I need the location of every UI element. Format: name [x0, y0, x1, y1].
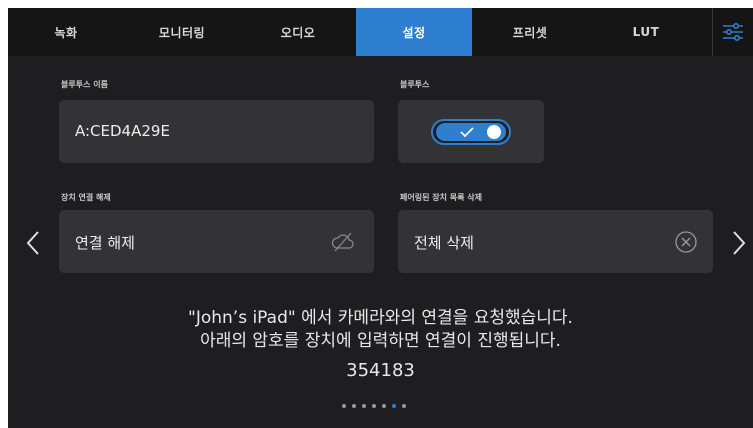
page-dot[interactable] [362, 404, 366, 408]
page-indicator [342, 404, 406, 408]
delete-all-button[interactable]: 전체 삭제 [398, 210, 713, 273]
tab-monitor[interactable]: 모니터링 [124, 8, 240, 56]
disconnect-section-label: 장치 연결 해제 [61, 193, 111, 202]
delete-all-button-label: 전체 삭제 [414, 234, 474, 252]
disconnect-button-label: 연결 해제 [75, 234, 135, 252]
page-dot[interactable] [352, 404, 356, 408]
page-dot[interactable] [402, 404, 406, 408]
disconnect-button[interactable]: 연결 해제 [59, 210, 374, 273]
sliders-icon [723, 22, 743, 42]
page-dot[interactable] [392, 404, 396, 408]
bluetooth-name-value: A:CED4A29E [75, 122, 170, 140]
pairing-request-message: "John’s iPad" 에서 카메라와의 연결을 요청했습니다. [188, 308, 573, 328]
circle-x-icon [675, 231, 697, 253]
tab-presets[interactable]: 프리셋 [472, 8, 588, 56]
bluetooth-toggle[interactable] [431, 119, 511, 145]
pairing-instruction-message: 아래의 암호를 장치에 입력하면 연결이 진행됩니다. [200, 331, 561, 351]
checkmark-icon [460, 127, 474, 138]
chevron-right-icon[interactable] [732, 230, 746, 256]
tab-record[interactable]: 녹화 [8, 8, 124, 56]
tab-settings[interactable]: 설정 [356, 8, 472, 56]
chevron-left-icon[interactable] [26, 230, 40, 256]
bluetooth-label: 블루투스 [400, 80, 430, 89]
camera-settings-screen: 녹화 모니터링 오디오 설정 프리셋 LUT 블루투스 이름 A:CED4A29… [8, 8, 753, 428]
pairing-code: 354183 [346, 360, 415, 381]
toggle-track [436, 123, 506, 141]
page-dot[interactable] [372, 404, 376, 408]
menu-button[interactable] [712, 8, 753, 56]
top-tab-bar: 녹화 모니터링 오디오 설정 프리셋 LUT [8, 8, 753, 56]
tab-lut[interactable]: LUT [588, 8, 704, 56]
bluetooth-toggle-panel [398, 100, 544, 163]
tab-audio[interactable]: 오디오 [240, 8, 356, 56]
page-dot[interactable] [382, 404, 386, 408]
page-dot[interactable] [342, 404, 346, 408]
delete-paired-label: 페어링된 장치 목록 삭제 [400, 193, 482, 202]
cloud-off-icon [331, 232, 354, 252]
bluetooth-name-label: 블루투스 이름 [61, 80, 108, 89]
bluetooth-name-field[interactable]: A:CED4A29E [59, 100, 374, 163]
toggle-knob [487, 125, 501, 139]
